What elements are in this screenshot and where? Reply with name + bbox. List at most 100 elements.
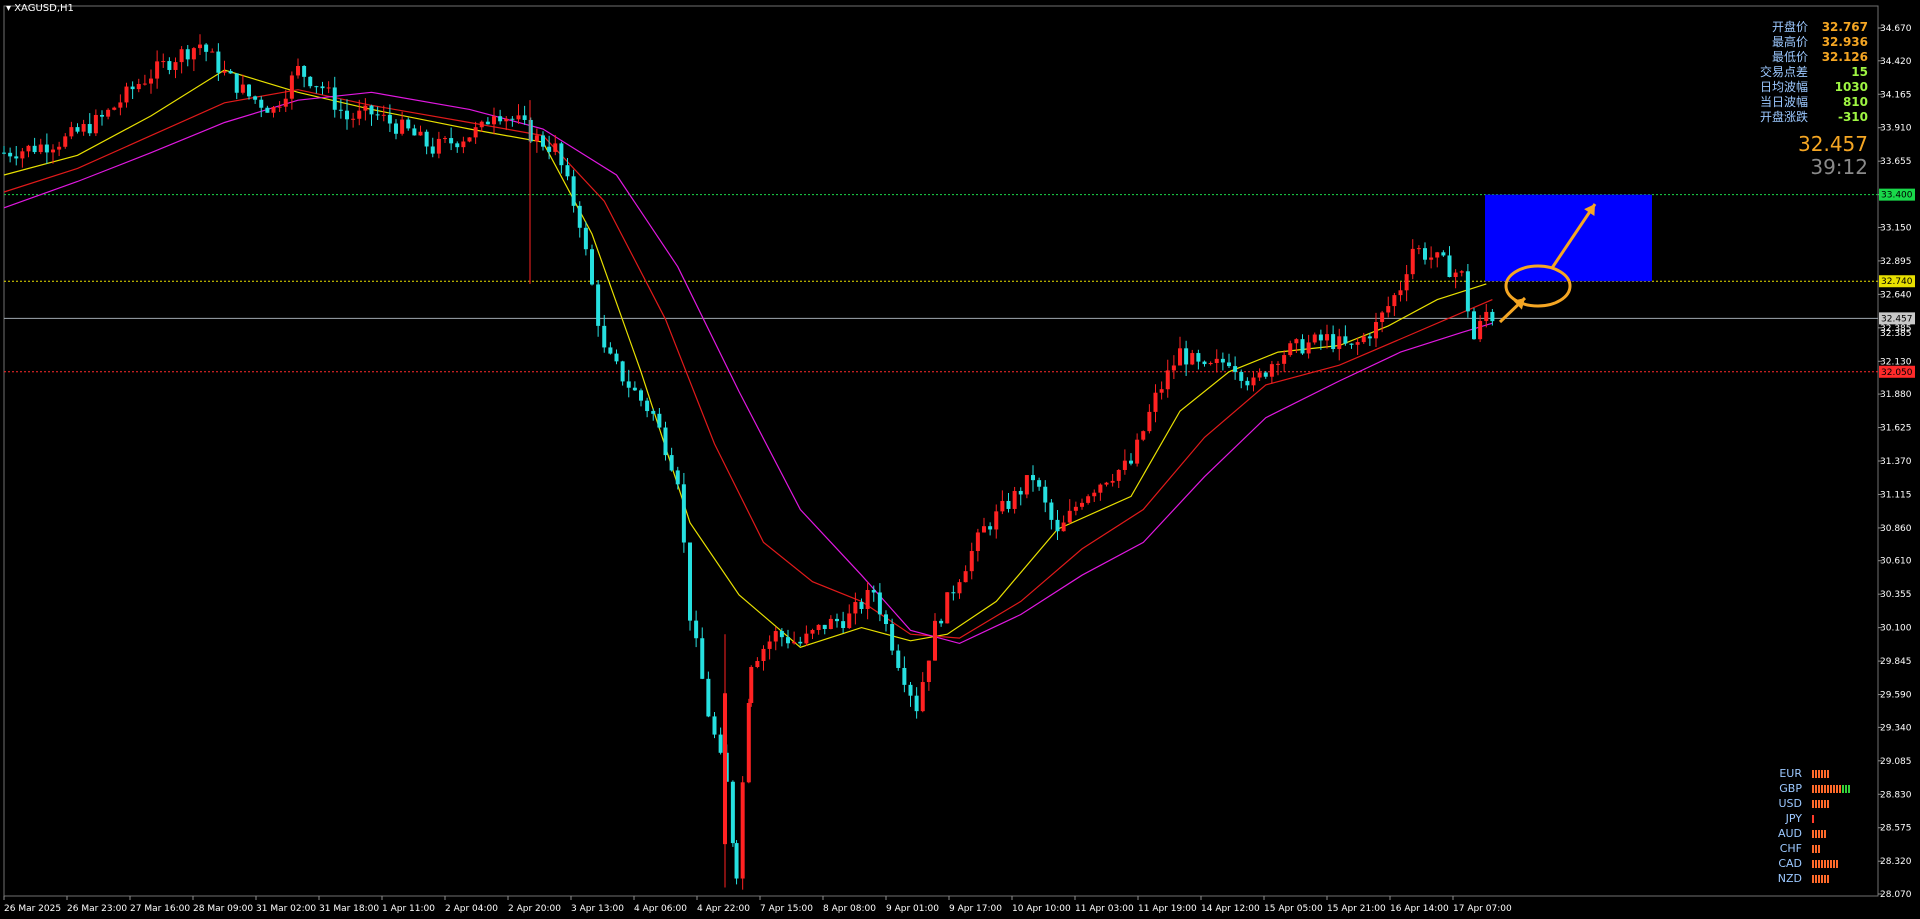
candle-body (1153, 392, 1158, 412)
strength-segment (1812, 844, 1814, 853)
candle-body (443, 138, 447, 140)
candle-body (1294, 339, 1299, 344)
candle-body (1288, 343, 1293, 356)
chart-area[interactable]: 34.670 34.420 34.165 33.910 33.655 33.400 33.1… (0, 0, 1920, 919)
time-tick-label: 31 Mar 18:00 (319, 904, 379, 914)
price-tick-label: 28.830 (1880, 790, 1912, 800)
price-extra-label: 32.385 (1880, 329, 1912, 339)
price-tick-label: 33.910 (1880, 124, 1912, 134)
candle-body (216, 51, 221, 73)
strength-bars (1812, 874, 1829, 883)
strength-segment (1824, 829, 1826, 838)
strength-row: AUD (1776, 826, 1850, 841)
candle-body (467, 137, 472, 142)
candle-body (1018, 490, 1023, 495)
candle-body (1147, 411, 1152, 432)
candle-body (387, 114, 392, 124)
candle-body (1429, 257, 1434, 260)
strength-bars (1812, 769, 1829, 778)
time-tick-label: 15 Apr 21:00 (1327, 904, 1386, 914)
info-label: 开盘涨跌 (1759, 110, 1808, 124)
strength-segment (1815, 829, 1817, 838)
candle-body (81, 124, 86, 132)
price-tick-label: 29.340 (1880, 723, 1912, 733)
candle-body (688, 542, 692, 621)
candle-body (792, 641, 797, 644)
candle-body (179, 49, 184, 63)
candle-body (289, 75, 294, 99)
candle-body (436, 138, 441, 154)
time-tick-label: 16 Apr 14:00 (1390, 904, 1449, 914)
strength-segment (1842, 784, 1844, 793)
candle-body (933, 620, 937, 661)
strength-bars (1812, 829, 1826, 838)
candle-body (265, 107, 270, 113)
chart-frame (3, 5, 1879, 897)
candle-body (234, 73, 239, 93)
candle-body (614, 353, 619, 362)
candle-body (871, 590, 876, 593)
candle-body (357, 110, 362, 119)
strength-segment (1818, 784, 1820, 793)
strength-segment (1827, 769, 1829, 778)
candle-body (639, 390, 643, 401)
time-tick-label: 3 Apr 13:00 (571, 904, 624, 914)
candle-body (369, 105, 374, 115)
candle-body (957, 582, 962, 594)
candle-body (124, 86, 129, 103)
price-chart[interactable]: 34.670 34.420 34.165 33.910 33.655 33.400 33.1… (0, 0, 1920, 919)
price-tick-label: 30.355 (1880, 590, 1912, 600)
candle-body (1257, 372, 1262, 378)
candle-body (198, 44, 202, 49)
candle-body (1343, 336, 1348, 344)
candle-body (712, 716, 717, 735)
candle-body (718, 734, 723, 753)
candle-body (1263, 372, 1268, 377)
time-tick-label: 11 Apr 19:00 (1138, 904, 1197, 914)
symbol-dropdown-icon[interactable]: ▾ (6, 3, 14, 14)
candle-body (14, 156, 19, 159)
time-tick-label: 2 Apr 20:00 (508, 904, 561, 914)
candle-body (1318, 334, 1323, 341)
candle-body (816, 624, 821, 631)
candle-body (534, 135, 539, 142)
candle-body (828, 618, 833, 629)
info-label: 当日波幅 (1759, 95, 1808, 109)
info-panel: 开盘价 32.767 最高价 32.936 最低价 32.126 交易点差 15 日均波幅 103… (1688, 20, 1868, 125)
candle-body (69, 127, 74, 137)
candle-body (510, 118, 515, 120)
strength-row: USD (1776, 796, 1850, 811)
candle-body (559, 143, 564, 166)
candle-body (632, 387, 637, 391)
candle-body (890, 624, 895, 651)
candle-body (706, 678, 711, 717)
strength-label: USD (1778, 797, 1802, 810)
candle-body (804, 633, 809, 644)
time-tick-label: 9 Apr 01:00 (886, 904, 939, 914)
candle-body (485, 121, 490, 125)
candle-body (1416, 248, 1421, 250)
candle-body (1423, 248, 1427, 260)
candle-body (1037, 480, 1042, 487)
candle-body (1441, 252, 1446, 256)
candle-body (620, 361, 625, 382)
candle-body (1080, 502, 1084, 507)
candle-body (1024, 475, 1029, 495)
candle-body (902, 667, 907, 685)
candle-body (320, 86, 325, 89)
candle-body (681, 484, 686, 543)
candle-body (1098, 484, 1103, 493)
info-label: 交易点差 (1759, 65, 1808, 79)
candle-body (1435, 252, 1440, 258)
time-tick-label: 4 Apr 22:00 (697, 904, 750, 914)
strength-segment (1812, 859, 1814, 868)
candle-body (308, 76, 313, 87)
candle-body (746, 702, 751, 783)
candle-body (118, 102, 123, 108)
candle-body (1141, 431, 1146, 440)
strength-segment (1815, 844, 1817, 853)
info-label: 最低价 (1771, 50, 1808, 64)
candle-body (400, 119, 405, 134)
candle-body (723, 693, 727, 845)
candle-body (914, 695, 919, 712)
